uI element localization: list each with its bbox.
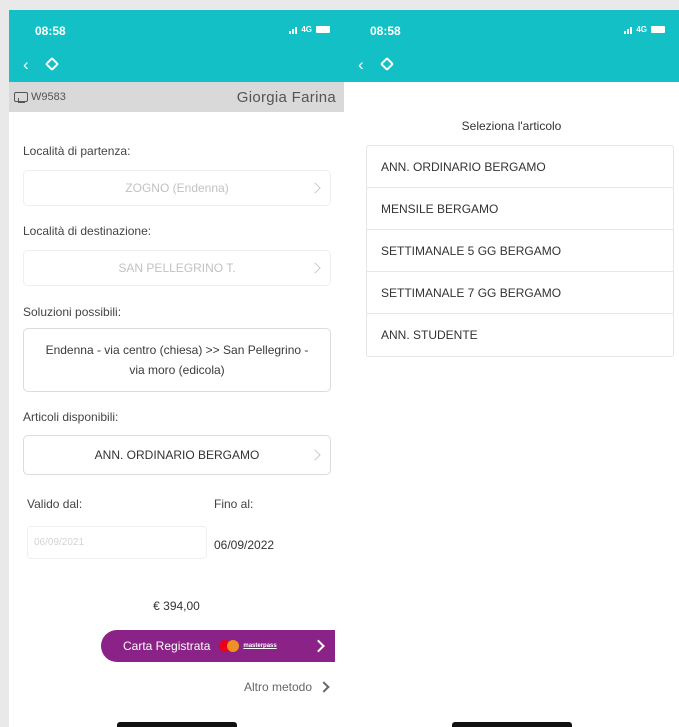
articles-label: Articoli disponibili:: [23, 410, 119, 424]
article-item-weekly-7[interactable]: SETTIMANALE 7 GG BERGAMO: [367, 272, 673, 314]
article-item-student[interactable]: ANN. STUDENTE: [367, 314, 673, 356]
home-indicator[interactable]: [451, 722, 572, 727]
back-icon[interactable]: ‹: [23, 56, 29, 73]
signal-icon: [289, 26, 298, 34]
user-name: Giorgia Farina: [236, 88, 336, 106]
chevron-right-icon: [309, 262, 321, 274]
other-method-label: Altro metodo: [243, 680, 312, 694]
select-article-title: Seleziona l'articolo: [461, 119, 562, 133]
article-item-annual-ordinary[interactable]: ANN. ORDINARIO BERGAMO: [367, 146, 673, 188]
back-icon[interactable]: ‹: [358, 56, 364, 73]
status-time: 08:58: [35, 24, 66, 38]
chevron-right-icon: [312, 639, 325, 653]
status-bar: 08:58 4G: [344, 10, 679, 52]
network-label: 4G: [636, 25, 647, 34]
ticket-icon: [14, 92, 28, 103]
network-label: 4G: [301, 25, 312, 34]
destination-select[interactable]: SAN PELLEGRINO T.: [23, 250, 331, 286]
signal-icon: [624, 26, 633, 34]
user-id-text: W9583: [31, 91, 66, 103]
status-time: 08:58: [370, 24, 401, 38]
departure-label: Località di partenza:: [23, 144, 131, 158]
status-indicators: 4G: [624, 25, 665, 34]
article-item-monthly[interactable]: MENSILE BERGAMO: [367, 188, 673, 230]
article-item-weekly-5[interactable]: SETTIMANALE 5 GG BERGAMO: [367, 230, 673, 272]
articles-select[interactable]: ANN. ORDINARIO BERGAMO: [23, 435, 331, 475]
nav-bar: ‹: [9, 52, 344, 82]
valid-to-value: 06/09/2022: [214, 538, 275, 552]
home-indicator[interactable]: [116, 722, 237, 727]
mastercard-icon: [219, 640, 240, 652]
price: € 394,00: [153, 599, 200, 613]
user-id: W9583: [14, 91, 66, 103]
valid-from-input[interactable]: 06/09/2021: [27, 526, 207, 559]
chevron-right-icon: [318, 681, 330, 693]
solutions-box[interactable]: Endenna - via centro (chiesa) >> San Pel…: [23, 328, 331, 392]
nav-bar: ‹: [344, 52, 679, 82]
registered-card-pay-button[interactable]: Carta Registrata masterpass: [101, 630, 335, 662]
pay-button-label: Carta Registrata: [123, 639, 211, 653]
chevron-right-icon: [309, 182, 321, 194]
route-icon[interactable]: [379, 56, 395, 72]
destination-value: SAN PELLEGRINO T.: [118, 261, 236, 275]
route-icon[interactable]: [44, 56, 60, 72]
articles-value: ANN. ORDINARIO BERGAMO: [94, 448, 260, 462]
status-indicators: 4G: [289, 25, 330, 34]
other-method-link[interactable]: Altro metodo: [243, 680, 330, 694]
article-list: ANN. ORDINARIO BERGAMO MENSILE BERGAMO S…: [366, 145, 674, 357]
status-bar: 08:58 4G: [9, 10, 344, 52]
departure-select[interactable]: ZOGNO (Endenna): [23, 170, 331, 206]
departure-value: ZOGNO (Endenna): [125, 181, 229, 195]
phone-screen-right: 08:58 4G ‹ Seleziona l'articolo ANN. ORD…: [344, 10, 679, 727]
destination-label: Località di destinazione:: [23, 224, 152, 238]
battery-icon: [651, 26, 665, 33]
chevron-right-icon: [309, 449, 321, 461]
solutions-label: Soluzioni possibili:: [23, 305, 122, 319]
masterpass-logo: masterpass: [243, 643, 277, 649]
solutions-value: Endenna - via centro (chiesa) >> San Pel…: [45, 343, 309, 377]
phone-screen-left: 08:58 4G ‹ W9583 Giorgia Farina Località…: [9, 10, 344, 727]
user-bar: W9583 Giorgia Farina: [9, 82, 344, 112]
valid-from-label: Valido dal:: [27, 497, 83, 511]
valid-to-label: Fino al:: [214, 497, 254, 511]
battery-icon: [316, 26, 330, 33]
